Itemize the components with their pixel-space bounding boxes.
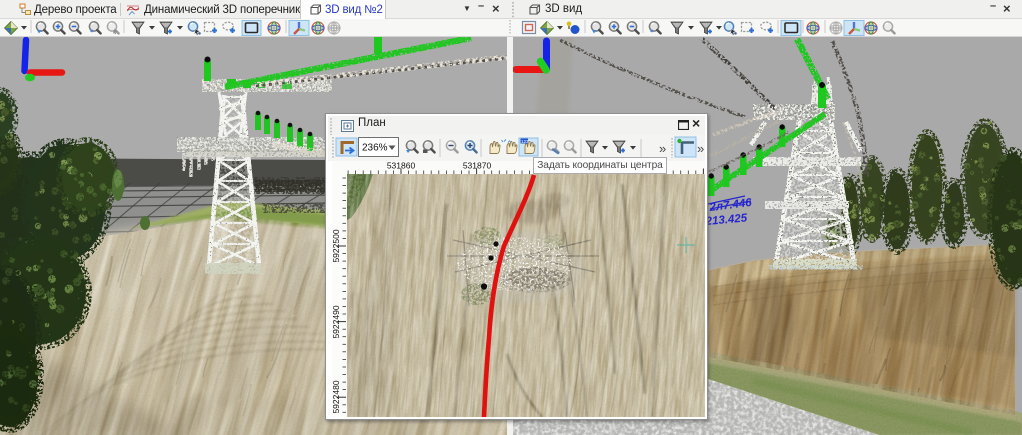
svg-text:531870: 531870 — [463, 161, 492, 171]
svg-text:»: » — [659, 141, 666, 156]
svg-text:123: 123 — [521, 139, 529, 144]
svg-text:»: » — [697, 141, 704, 156]
svg-text:531860: 531860 — [387, 161, 416, 171]
svg-text:5922490: 5922490 — [332, 305, 341, 338]
svg-text:5922480: 5922480 — [332, 380, 341, 413]
svg-text:236%: 236% — [362, 143, 388, 154]
svg-text:5922500: 5922500 — [332, 229, 341, 262]
